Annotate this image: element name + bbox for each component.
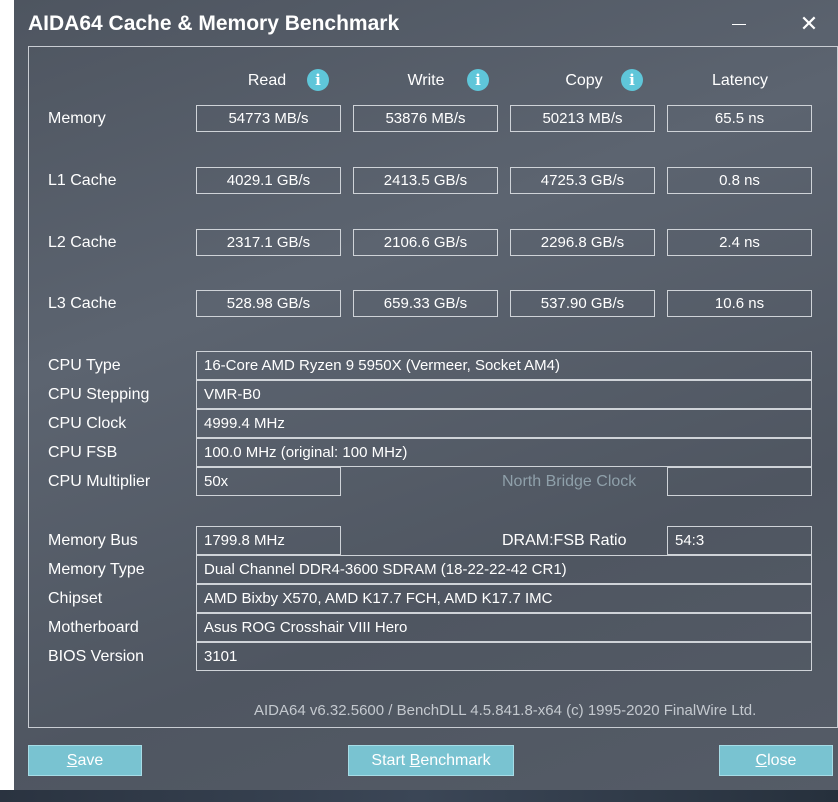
close-button[interactable]: Close [719, 745, 833, 776]
minimize-icon [732, 23, 746, 25]
start-label-first: Start [371, 751, 410, 769]
memory-bus-field: 1799.8 MHz [196, 526, 341, 555]
dram-fsb-ratio-field: 54:3 [667, 526, 812, 555]
cpu-stepping-field: VMR-B0 [196, 380, 812, 409]
header-latency: Latency [711, 72, 769, 89]
chipset-label: Chipset [48, 590, 103, 607]
header-read: Read [247, 72, 287, 89]
row-label-memory: Memory [48, 110, 106, 127]
desktop-edge [0, 0, 14, 790]
cpu-multiplier-label: CPU Multiplier [48, 473, 151, 490]
cpu-type-field: 16-Core AMD Ryzen 9 5950X (Vermeer, Sock… [196, 351, 812, 380]
save-button[interactable]: Save [28, 745, 142, 776]
memory-read-value: 54773 MB/s [196, 105, 341, 132]
cpu-clock-label: CPU Clock [48, 415, 127, 432]
save-accel-letter: S [66, 751, 78, 769]
window-title: AIDA64 Cache & Memory Benchmark [28, 12, 400, 35]
l2-read-value: 2317.1 GB/s [196, 229, 341, 256]
minimize-button[interactable] [716, 4, 762, 44]
row-label-l1: L1 Cache [48, 172, 117, 189]
cpu-multiplier-field: 50x [196, 467, 341, 496]
l1-copy-value: 4725.3 GB/s [510, 167, 655, 194]
close-label-rest: lose [767, 751, 797, 769]
motherboard-label: Motherboard [48, 619, 139, 636]
memory-bus-label: Memory Bus [48, 532, 138, 549]
memory-type-label: Memory Type [48, 561, 145, 578]
save-label-rest: ave [77, 751, 104, 769]
motherboard-field: Asus ROG Crosshair VIII Hero [196, 613, 812, 642]
l2-latency-value: 2.4 ns [667, 229, 812, 256]
l2-copy-value: 2296.8 GB/s [510, 229, 655, 256]
north-bridge-clock-field [667, 467, 812, 496]
l2-write-value: 2106.6 GB/s [353, 229, 498, 256]
l1-write-value: 2413.5 GB/s [353, 167, 498, 194]
info-icon[interactable]: i [307, 69, 329, 91]
bios-version-field: 3101 [196, 642, 812, 671]
taskbar-strip [0, 790, 838, 802]
bios-version-label: BIOS Version [48, 648, 145, 665]
l1-latency-value: 0.8 ns [667, 167, 812, 194]
l3-copy-value: 537.90 GB/s [510, 290, 655, 317]
l1-read-value: 4029.1 GB/s [196, 167, 341, 194]
header-copy: Copy [565, 72, 603, 89]
start-accel-letter: B [409, 751, 421, 769]
version-footer: AIDA64 v6.32.5600 / BenchDLL 4.5.841.8-x… [254, 702, 757, 719]
benchmark-window: AIDA64 Cache & Memory Benchmark ✕ Read i… [14, 0, 838, 790]
close-icon: ✕ [799, 11, 819, 37]
l3-write-value: 659.33 GB/s [353, 290, 498, 317]
dram-fsb-ratio-label: DRAM:FSB Ratio [502, 532, 627, 549]
memory-copy-value: 50213 MB/s [510, 105, 655, 132]
north-bridge-clock-label: North Bridge Clock [502, 473, 637, 490]
cpu-clock-field: 4999.4 MHz [196, 409, 812, 438]
window-close-button[interactable]: ✕ [786, 4, 832, 44]
memory-write-value: 53876 MB/s [353, 105, 498, 132]
cpu-type-label: CPU Type [48, 357, 121, 374]
memory-type-field: Dual Channel DDR4-3600 SDRAM (18-22-22-4… [196, 555, 812, 584]
close-accel-letter: C [755, 751, 768, 769]
row-label-l3: L3 Cache [48, 295, 117, 312]
start-label-rest: enchmark [420, 751, 491, 769]
info-icon[interactable]: i [621, 69, 643, 91]
memory-latency-value: 65.5 ns [667, 105, 812, 132]
l3-read-value: 528.98 GB/s [196, 290, 341, 317]
start-benchmark-button[interactable]: Start Benchmark [348, 745, 514, 776]
cpu-stepping-label: CPU Stepping [48, 386, 150, 403]
row-label-l2: L2 Cache [48, 234, 117, 251]
header-write: Write [407, 72, 445, 89]
chipset-field: AMD Bixby X570, AMD K17.7 FCH, AMD K17.7… [196, 584, 812, 613]
cpu-fsb-label: CPU FSB [48, 444, 118, 461]
cpu-fsb-field: 100.0 MHz (original: 100 MHz) [196, 438, 812, 467]
l3-latency-value: 10.6 ns [667, 290, 812, 317]
results-panel: Read i Write i Copy i Latency Memory 547… [28, 46, 838, 728]
info-icon[interactable]: i [467, 69, 489, 91]
